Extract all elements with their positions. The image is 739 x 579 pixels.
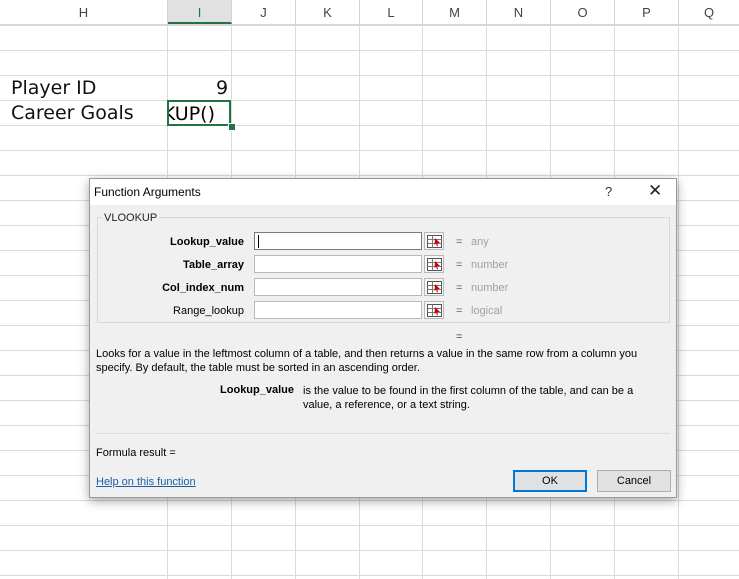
- fill-handle[interactable]: [228, 123, 236, 131]
- column-header-i[interactable]: I: [168, 0, 232, 24]
- argument-description-text: is the value to be found in the first co…: [303, 385, 634, 411]
- cancel-button[interactable]: Cancel: [597, 470, 671, 492]
- arg-hint-range-lookup: logical: [471, 305, 503, 317]
- active-cell-formula: KUP(): [167, 103, 215, 125]
- column-header-o[interactable]: O: [551, 0, 615, 24]
- function-name: VLOOKUP: [102, 212, 160, 224]
- text-caret: [258, 235, 259, 248]
- arg-label-table-array: Table_array: [183, 259, 244, 271]
- arg-equals: =: [456, 282, 463, 294]
- range-select-icon[interactable]: [424, 301, 444, 319]
- column-header-n[interactable]: N: [487, 0, 551, 24]
- range-select-icon[interactable]: [424, 255, 444, 273]
- help-icon[interactable]: ?: [605, 184, 612, 199]
- cell-career-goals-label[interactable]: Career Goals: [11, 102, 134, 124]
- gridline: [678, 25, 679, 579]
- column-header-j[interactable]: J: [232, 0, 296, 24]
- lookup-value-input[interactable]: [254, 232, 422, 250]
- function-description: Looks for a value in the leftmost column…: [96, 348, 638, 374]
- arg-hint-col-index-num: number: [471, 282, 509, 294]
- column-header-bar: H I J K L M N O P Q: [0, 0, 739, 25]
- close-icon[interactable]: ✕: [648, 181, 662, 201]
- arg-equals: =: [456, 259, 463, 271]
- arg-equals: =: [456, 305, 463, 317]
- range-lookup-input[interactable]: [254, 301, 422, 319]
- arg-equals: =: [456, 236, 463, 248]
- function-result-equals: =: [456, 331, 463, 343]
- function-arguments-dialog: Function Arguments ? ✕ VLOOKUP Lookup_va…: [89, 178, 677, 498]
- help-on-function-link[interactable]: Help on this function: [96, 476, 196, 488]
- column-header-k[interactable]: K: [296, 0, 360, 24]
- arg-label-range-lookup: Range_lookup: [173, 305, 244, 317]
- ok-button[interactable]: OK: [513, 470, 587, 492]
- table-array-input[interactable]: [254, 255, 422, 273]
- arg-hint-table-array: number: [471, 259, 509, 271]
- formula-result-label: Formula result =: [96, 447, 176, 459]
- dialog-titlebar[interactable]: Function Arguments ? ✕: [90, 179, 676, 205]
- cell-player-id-label[interactable]: Player ID: [11, 77, 96, 99]
- column-header-l[interactable]: L: [360, 0, 423, 24]
- column-header-p[interactable]: P: [615, 0, 679, 24]
- range-select-icon[interactable]: [424, 278, 444, 296]
- column-header-q[interactable]: Q: [679, 0, 739, 24]
- divider: [97, 433, 670, 434]
- cell-player-id-value[interactable]: 9: [216, 77, 228, 99]
- column-header-m[interactable]: M: [423, 0, 487, 24]
- argument-description-name: Lookup_value: [220, 384, 294, 396]
- col-index-num-input[interactable]: [254, 278, 422, 296]
- arg-label-lookup-value: Lookup_value: [170, 236, 244, 248]
- arg-hint-lookup-value: any: [471, 236, 489, 248]
- dialog-title: Function Arguments: [94, 185, 201, 199]
- column-header-h[interactable]: H: [0, 0, 168, 24]
- range-select-icon[interactable]: [424, 232, 444, 250]
- arg-label-col-index-num: Col_index_num: [162, 282, 244, 294]
- active-cell[interactable]: KUP(): [167, 100, 231, 126]
